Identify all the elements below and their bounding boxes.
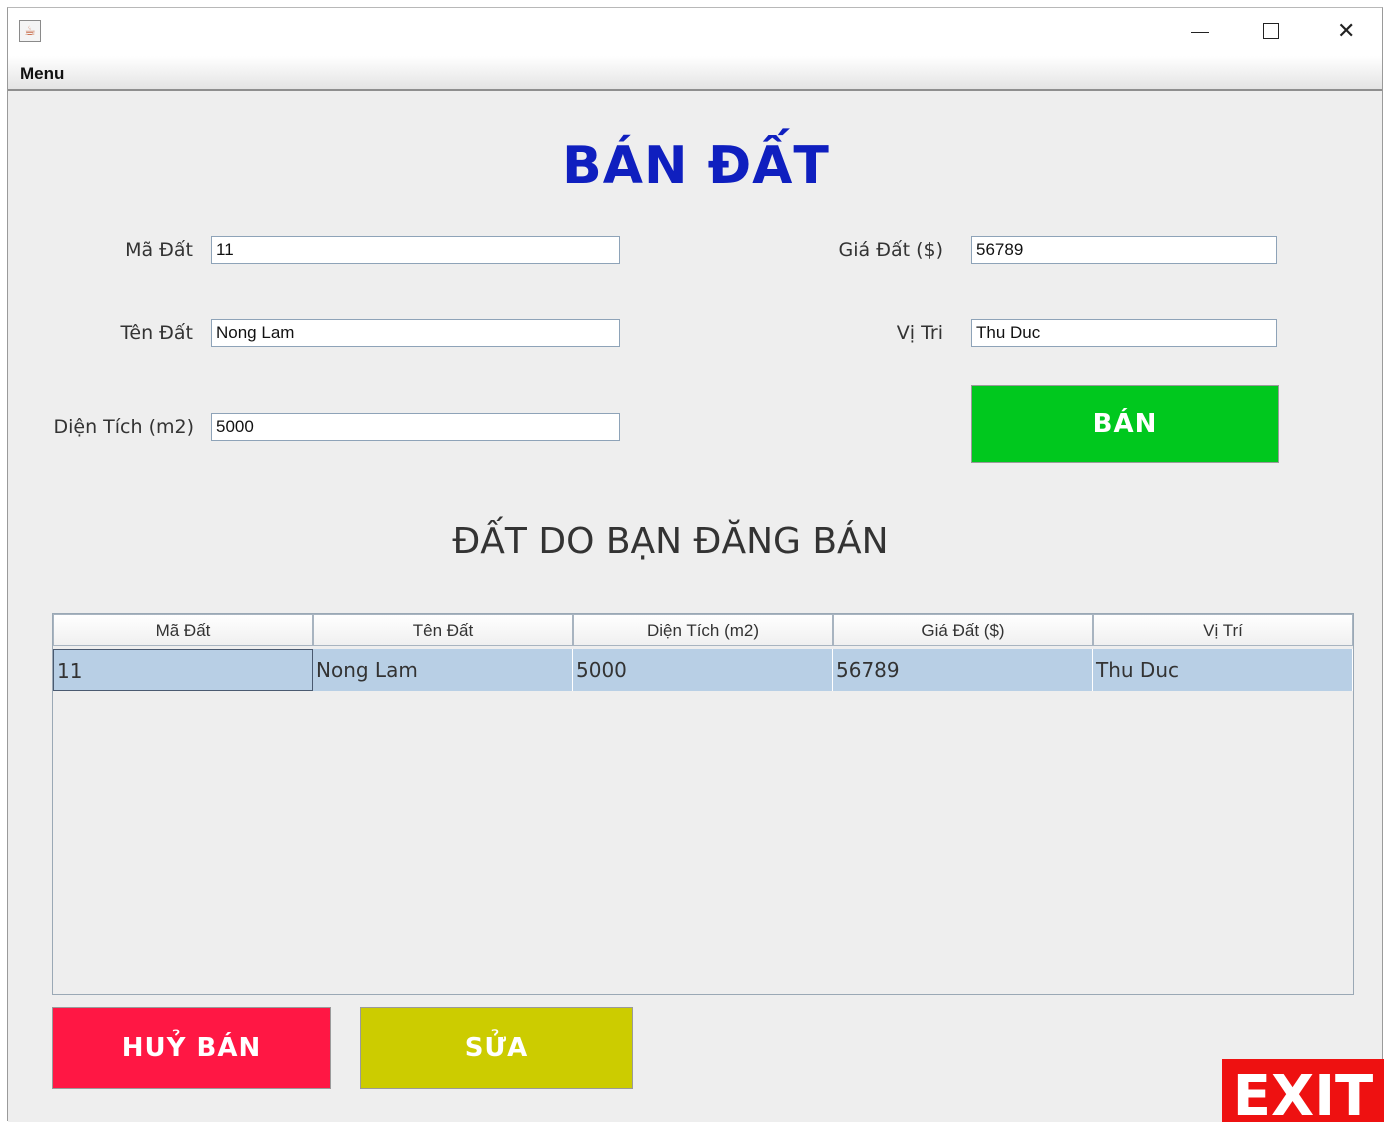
title-bar[interactable]: ☕ ✕ [8, 8, 1382, 56]
table-cell[interactable]: 11 [53, 649, 313, 691]
ten-dat-input[interactable] [211, 319, 620, 347]
java-icon[interactable]: ☕ [19, 20, 41, 42]
exit-button[interactable]: EXIT [1222, 1059, 1384, 1122]
close-button[interactable]: ✕ [1309, 8, 1381, 56]
sell-button[interactable]: BÁN [971, 385, 1279, 463]
gia-dat-input[interactable] [971, 236, 1277, 264]
column-header-ma-dat[interactable]: Mã Đất [53, 614, 313, 646]
table-cell[interactable]: Thu Duc [1093, 649, 1353, 691]
column-header-vi-tri[interactable]: Vị Trí [1093, 614, 1353, 646]
ma-dat-input[interactable] [211, 236, 620, 264]
vi-tri-label: Vị Tri [896, 322, 943, 344]
main-panel: BÁN ĐẤT Mã Đất Tên Đất Diện Tích (m2) Gi… [8, 91, 1384, 1122]
vi-tri-input[interactable] [971, 319, 1277, 347]
menu-item-menu[interactable]: Menu [20, 64, 64, 84]
maximize-icon [1263, 23, 1279, 39]
menu-bar: Menu [8, 56, 1382, 91]
dien-tich-label: Diện Tích (m2) [53, 416, 194, 438]
column-header-dien-tich[interactable]: Diện Tích (m2) [573, 614, 833, 646]
table-cell[interactable]: 56789 [833, 649, 1093, 691]
minimize-button[interactable] [1163, 8, 1235, 56]
page-title: BÁN ĐẤT [562, 136, 830, 196]
app-window: ☕ ✕ Menu BÁN ĐẤT Mã Đất Tên Đất Diện Tíc… [7, 7, 1384, 1122]
table-header: Mã Đất Tên Đất Diện Tích (m2) Giá Đất ($… [53, 614, 1353, 646]
cancel-sale-button[interactable]: HUỶ BÁN [52, 1007, 331, 1089]
table-cell[interactable]: 5000 [573, 649, 833, 691]
ma-dat-label: Mã Đất [125, 239, 193, 261]
gia-dat-label: Giá Đất ($) [838, 239, 943, 261]
maximize-button[interactable] [1235, 8, 1307, 56]
table-cell[interactable]: Nong Lam [313, 649, 573, 691]
column-header-gia-dat[interactable]: Giá Đất ($) [833, 614, 1093, 646]
table-title: ĐẤT DO BẠN ĐĂNG BÁN [452, 521, 889, 562]
edit-button[interactable]: SỬA [360, 1007, 633, 1089]
land-table[interactable]: Mã Đất Tên Đất Diện Tích (m2) Giá Đất ($… [52, 613, 1354, 995]
minimize-icon [1191, 32, 1209, 33]
close-icon: ✕ [1337, 19, 1356, 44]
column-header-ten-dat[interactable]: Tên Đất [313, 614, 573, 646]
dien-tich-input[interactable] [211, 413, 620, 441]
ten-dat-label: Tên Đất [120, 322, 193, 344]
table-row[interactable]: 11 Nong Lam 5000 56789 Thu Duc [53, 649, 1353, 691]
